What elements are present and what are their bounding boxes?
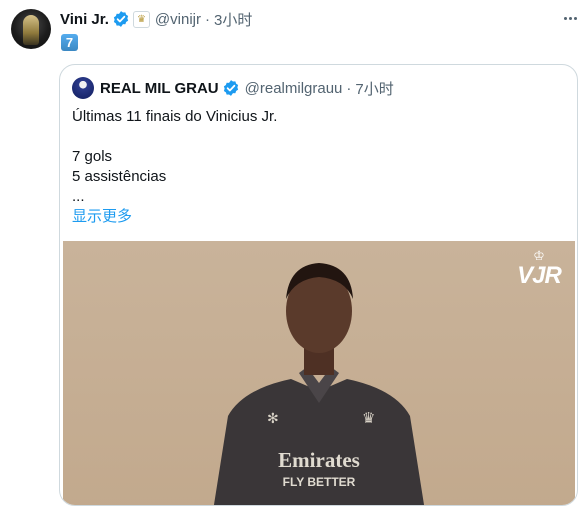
crown-icon: ♔: [533, 248, 545, 263]
quoted-tweet-card[interactable]: REAL MIL GRAU @realmilgrauu · 7小时 Última…: [59, 64, 578, 506]
show-more-link[interactable]: 显示更多: [72, 207, 277, 227]
club-crest-badge-icon: ♛: [132, 10, 150, 28]
quoted-line: ...: [72, 188, 85, 205]
quoted-text: Últimas 11 finais do Vinicius Jr. 7 gols…: [72, 107, 277, 227]
shirt-sponsor-line2: FLY BETTER: [283, 475, 356, 489]
vjr-watermark: ♔ VJR: [509, 249, 569, 295]
tweet-time[interactable]: 3小时: [214, 9, 252, 30]
more-options-icon[interactable]: [560, 10, 580, 26]
quoted-video-media[interactable]: ♛ ✻ Emirates FLY BETTER ♔ VJR: [63, 241, 575, 505]
tweet-header: Vini Jr. ♛ @vinijr · 3小时: [60, 9, 252, 29]
club-crest-icon: ♛: [362, 409, 375, 427]
quoted-author-name: REAL MIL GRAU: [100, 79, 219, 97]
quoted-line: Últimas 11 finais do Vinicius Jr.: [72, 108, 278, 125]
author-handle[interactable]: @vinijr: [155, 11, 201, 28]
keycap-seven-emoji: 7: [61, 34, 78, 51]
quoted-line: 5 assistências: [72, 168, 167, 185]
player-photo: ♛ ✻ Emirates FLY BETTER: [213, 263, 425, 505]
quoted-line-blank: [72, 127, 277, 147]
quoted-time: 7小时: [355, 80, 394, 98]
quoted-author-avatar: [72, 77, 94, 99]
verified-badge-icon: [112, 10, 130, 28]
quoted-author-handle: @realmilgrauu: [244, 79, 343, 97]
quoted-line: 7 gols: [72, 148, 113, 165]
author-name[interactable]: Vini Jr.: [60, 11, 109, 28]
separator-dot: ·: [204, 10, 210, 28]
quoted-verified-badge-icon: [222, 79, 240, 97]
shirt-sponsor-line1: Emirates: [278, 448, 360, 472]
quoted-separator-dot: ·: [346, 79, 352, 97]
brand-logo-icon: ✻: [267, 411, 279, 427]
avatar-figure: [23, 15, 39, 45]
quoted-header: REAL MIL GRAU @realmilgrauu · 7小时: [72, 77, 394, 99]
vjr-watermark-text: VJR: [517, 262, 562, 289]
author-avatar[interactable]: [11, 9, 51, 49]
